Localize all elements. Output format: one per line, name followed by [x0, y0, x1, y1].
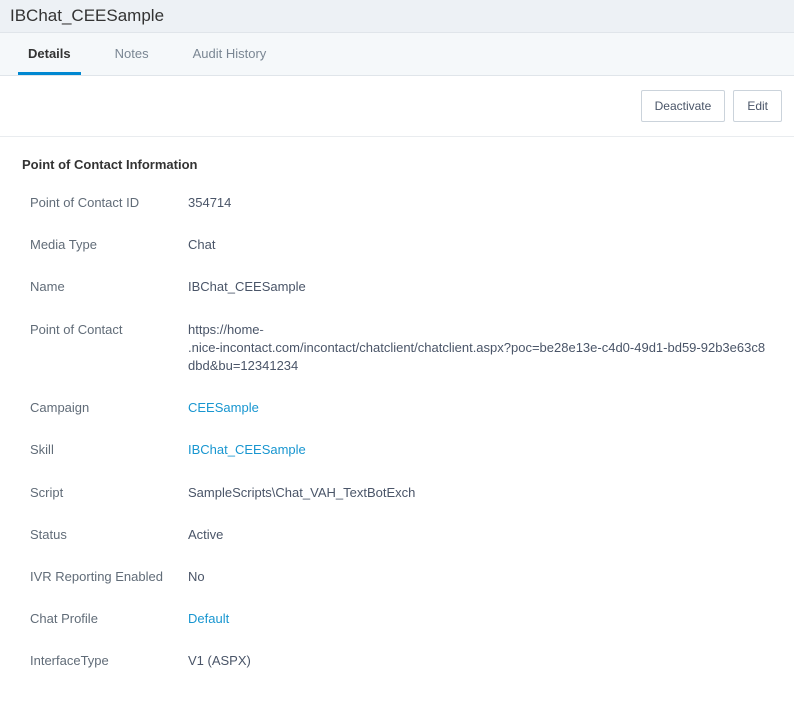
page-title: IBChat_CEESample: [0, 0, 794, 33]
tab-bar: Details Notes Audit History: [0, 33, 794, 76]
value-ivr-reporting: No: [188, 568, 211, 586]
label-name: Name: [30, 278, 188, 296]
tab-details[interactable]: Details: [18, 33, 81, 75]
value-interface-type: V1 (ASPX): [188, 652, 257, 670]
label-script: Script: [30, 484, 188, 502]
value-media-type: Chat: [188, 236, 221, 254]
edit-button[interactable]: Edit: [733, 90, 782, 122]
label-ivr-reporting: IVR Reporting Enabled: [30, 568, 188, 586]
section-title: Point of Contact Information: [22, 157, 772, 172]
value-name: IBChat_CEESample: [188, 278, 312, 296]
label-status: Status: [30, 526, 188, 544]
field-point-of-contact: Point of Contact https://home-.nice-inco…: [22, 321, 772, 376]
field-status: Status Active: [22, 526, 772, 544]
poc-url-prefix: https://home-: [188, 321, 264, 339]
value-campaign-link[interactable]: CEESample: [188, 399, 265, 417]
value-script: SampleScripts\Chat_VAH_TextBotExch: [188, 484, 421, 502]
field-name: Name IBChat_CEESample: [22, 278, 772, 296]
label-skill: Skill: [30, 441, 188, 459]
content-area: Point of Contact Information Point of Co…: [0, 137, 794, 714]
title-text: IBChat_CEESample: [10, 6, 164, 25]
value-point-of-contact: https://home-.nice-incontact.com/inconta…: [188, 321, 772, 376]
field-skill: Skill IBChat_CEESample: [22, 441, 772, 459]
field-chat-profile: Chat Profile Default: [22, 610, 772, 628]
deactivate-button[interactable]: Deactivate: [641, 90, 726, 122]
redacted-segment: [265, 323, 351, 337]
label-interface-type: InterfaceType: [30, 652, 188, 670]
value-status: Active: [188, 526, 229, 544]
field-campaign: Campaign CEESample: [22, 399, 772, 417]
label-point-of-contact: Point of Contact: [30, 321, 188, 339]
poc-url-suffix: .nice-incontact.com/incontact/chatclient…: [188, 339, 766, 375]
label-chat-profile: Chat Profile: [30, 610, 188, 628]
field-script: Script SampleScripts\Chat_VAH_TextBotExc…: [22, 484, 772, 502]
field-interface-type: InterfaceType V1 (ASPX): [22, 652, 772, 670]
label-media-type: Media Type: [30, 236, 188, 254]
value-poc-id: 354714: [188, 194, 237, 212]
value-chat-profile-link[interactable]: Default: [188, 610, 235, 628]
action-bar: Deactivate Edit: [0, 76, 794, 137]
label-campaign: Campaign: [30, 399, 188, 417]
label-poc-id: Point of Contact ID: [30, 194, 188, 212]
tab-notes[interactable]: Notes: [105, 33, 159, 75]
field-media-type: Media Type Chat: [22, 236, 772, 254]
tab-audit-history[interactable]: Audit History: [183, 33, 277, 75]
field-poc-id: Point of Contact ID 354714: [22, 194, 772, 212]
value-skill-link[interactable]: IBChat_CEESample: [188, 441, 312, 459]
field-ivr-reporting: IVR Reporting Enabled No: [22, 568, 772, 586]
